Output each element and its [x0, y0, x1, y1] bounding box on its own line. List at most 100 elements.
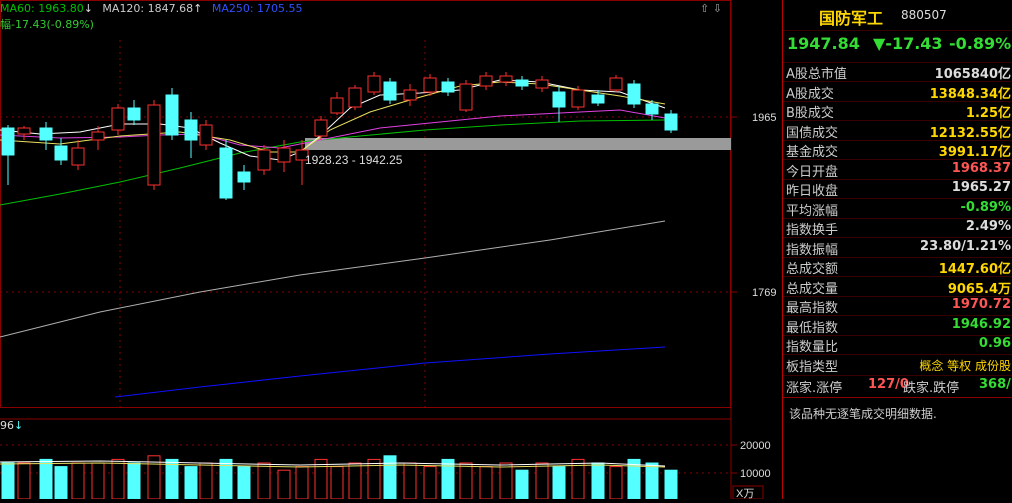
- index-code: 880507: [901, 8, 947, 22]
- ma120-line: [0, 220, 666, 338]
- change-legend: 幅-17.43(-0.89%): [0, 18, 94, 31]
- price-axis-label-1769: 1769: [752, 287, 776, 299]
- candle-body: [571, 89, 585, 108]
- stat-row: 指数振幅 23.80/1.21%: [783, 238, 1012, 258]
- kline-chart-svg[interactable]: 1928.23 - 1942.25 1965 1769 20000 10000 …: [0, 0, 782, 500]
- volume-bar: [535, 462, 549, 500]
- stat-row: A股总市值 1065840亿: [783, 62, 1012, 82]
- volume-bar: [54, 466, 68, 500]
- stat-value: 1970.72: [951, 297, 1011, 312]
- stat-row: 昨日收盘 1965.27: [783, 179, 1012, 199]
- volume-bar: [479, 466, 493, 500]
- up-count-label: 涨家.涨停: [786, 381, 843, 396]
- volume-bar: [423, 466, 437, 500]
- candle-body: [645, 103, 659, 115]
- ma120-legend: MA120: 1847.68: [102, 2, 194, 15]
- candle-body: [627, 83, 641, 105]
- stat-row: 国债成交 12132.55亿: [783, 121, 1012, 141]
- candle-body: [54, 145, 68, 161]
- candle-body: [552, 91, 566, 108]
- quote-info-panel: 国防军工 880507 1947.84 ▼-17.43 -0.89% A股总市值…: [782, 0, 1012, 499]
- stat-label: A股总市值: [786, 67, 847, 82]
- stat-value: 1968.37: [951, 160, 1011, 176]
- stat-label: 总成交额: [786, 262, 839, 277]
- volume-bar-group: [1, 455, 678, 500]
- ma120-arrow-icon: ↑: [193, 2, 203, 15]
- breadth-row: 涨家.涨停 127/0 跌家.跌停 368/1: [783, 375, 1012, 398]
- stat-label: 总成交量: [786, 281, 839, 297]
- candle-body: [403, 89, 417, 101]
- candle-body: [111, 107, 125, 131]
- stat-row: B股成交 1.25亿: [783, 101, 1012, 121]
- candle-body: [515, 79, 529, 87]
- stat-label: 昨日收盘: [786, 184, 839, 199]
- stat-label: 指数量比: [786, 340, 839, 355]
- candle-body: [459, 83, 473, 111]
- candle-body: [277, 147, 291, 163]
- stat-label: 今日开盘: [786, 164, 839, 180]
- candle-body: [237, 171, 251, 183]
- stat-value: 2.49%: [965, 219, 1011, 234]
- candle-body: [348, 87, 362, 108]
- candle-body: [165, 94, 179, 136]
- price-change-pct: -0.89%: [949, 34, 1012, 53]
- volume-legend-value: 96: [0, 419, 14, 432]
- volume-bar: [17, 462, 31, 500]
- stat-value: 3991.17亿: [938, 145, 1011, 160]
- board-type-value[interactable]: 概念 等权 成份股: [919, 357, 1011, 374]
- stat-value: -0.89%: [960, 199, 1012, 215]
- ma250-legend: MA250: 1705.55: [211, 2, 303, 15]
- board-type-row: 板指类型 概念 等权 成份股: [783, 355, 1012, 376]
- volume-bar: [515, 469, 529, 500]
- volume-bar: [199, 462, 213, 500]
- volume-bar: [330, 466, 344, 500]
- stat-label: 平均涨幅: [786, 203, 839, 219]
- kline-chart-panel[interactable]: 1928.23 - 1942.25 1965 1769 20000 10000 …: [0, 0, 782, 500]
- volume-bar: [552, 466, 566, 500]
- candle-body: [17, 127, 31, 135]
- stat-value: 1.25亿: [965, 106, 1011, 121]
- candle-body: [591, 94, 605, 104]
- volume-bar: [591, 462, 605, 500]
- volume-bar: [237, 466, 251, 500]
- volume-bar: [459, 462, 473, 500]
- volume-bar: [499, 462, 513, 500]
- stat-row: A股成交 13848.34亿: [783, 82, 1012, 102]
- title-bar: 国防军工 880507: [783, 0, 1012, 31]
- candle-body: [199, 124, 213, 146]
- nav-down-icon[interactable]: ⇩: [713, 2, 722, 15]
- volume-bar: [111, 458, 125, 500]
- candle-body: [499, 75, 513, 83]
- volume-arrow-icon: ↓: [14, 419, 24, 432]
- candle-body: [367, 75, 381, 93]
- stat-row: 最高指数 1970.72: [783, 296, 1012, 316]
- stat-row: 最低指数 1946.92: [783, 316, 1012, 336]
- stat-label: 指数换手: [786, 223, 839, 238]
- volume-bar: [1, 462, 15, 500]
- volume-bar: [403, 462, 417, 500]
- chart-nav-arrows[interactable]: ⇧ ⇩: [700, 2, 722, 15]
- stat-value: 1447.60亿: [938, 262, 1011, 277]
- ma60-legend: MA60: 1963.80: [0, 2, 84, 15]
- volume-bar: [441, 458, 455, 500]
- candle-body: [71, 147, 85, 166]
- volume-bar: [127, 462, 141, 500]
- candle-body: [127, 107, 141, 121]
- board-type-label: 板指类型: [786, 360, 839, 375]
- volume-bar: [165, 458, 179, 500]
- volume-bar: [71, 462, 85, 500]
- stat-row: 指数换手 2.49%: [783, 218, 1012, 238]
- candle-body: [91, 131, 105, 141]
- price-axis-label-1965: 1965: [752, 112, 776, 124]
- stat-row: 基金成交 3991.17亿: [783, 140, 1012, 160]
- candle-body: [147, 104, 161, 186]
- candle-body: [441, 81, 455, 93]
- index-name: 国防军工: [819, 9, 884, 28]
- nav-up-icon[interactable]: ⇧: [700, 2, 709, 15]
- candle-body: [330, 97, 344, 114]
- candle-body: [39, 127, 53, 141]
- volume-bar: [609, 466, 623, 500]
- volume-axis-label-20000: 20000: [740, 440, 771, 452]
- candle-body: [257, 149, 271, 171]
- stat-value: 23.80/1.21%: [920, 238, 1011, 254]
